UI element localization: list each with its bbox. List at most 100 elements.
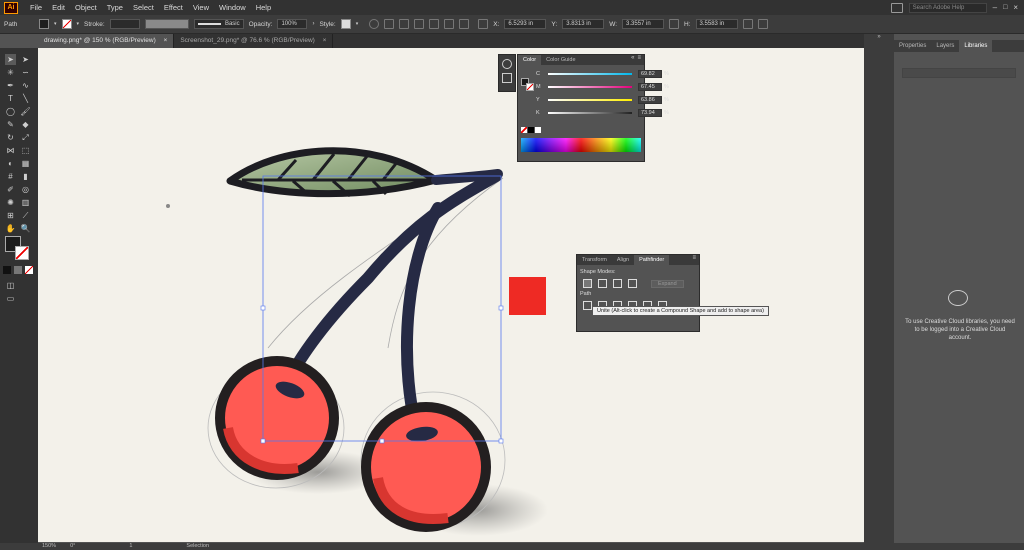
height-field[interactable]: 3.5583 in xyxy=(695,19,738,29)
black-value-field[interactable]: 73.94 xyxy=(638,108,662,117)
chevron-right-icon[interactable]: › xyxy=(312,21,314,27)
hand-tool-icon[interactable]: ✋ xyxy=(5,223,16,234)
panel-menu-icon[interactable]: ≡ xyxy=(692,255,699,265)
opacity-label[interactable]: Opacity: xyxy=(249,21,273,28)
tab-properties[interactable]: Properties xyxy=(894,40,931,52)
gradient-tool-icon[interactable]: ▮ xyxy=(20,171,31,182)
eyedropper-tool-icon[interactable]: ✐ xyxy=(5,184,16,195)
magic-wand-tool-icon[interactable]: ✳ xyxy=(5,67,16,78)
white-swatch[interactable] xyxy=(535,127,541,133)
stroke-weight-field[interactable] xyxy=(109,19,140,29)
screen-mode-icon[interactable]: ▭ xyxy=(5,293,16,304)
close-icon[interactable]: × xyxy=(164,37,168,44)
cherry-stem[interactable] xyxy=(280,170,502,392)
align-center-icon[interactable] xyxy=(399,19,410,29)
close-icon[interactable]: × xyxy=(323,37,327,44)
resize-handle[interactable] xyxy=(498,438,504,444)
tab-transform[interactable]: Transform xyxy=(577,255,612,265)
shaper-tool-icon[interactable]: ✎ xyxy=(5,119,16,130)
artboard-number[interactable]: 1 xyxy=(129,543,132,550)
tab-libraries[interactable]: Libraries xyxy=(959,40,993,52)
exclude-icon[interactable] xyxy=(628,279,637,288)
menu-effect[interactable]: Effect xyxy=(164,3,183,12)
tab-align[interactable]: Align xyxy=(612,255,634,265)
panel-menu-icon[interactable]: ≡ xyxy=(637,55,644,65)
menu-object[interactable]: Object xyxy=(75,3,97,12)
paintbrush-tool-icon[interactable]: 🖌 xyxy=(20,106,31,117)
zoom-tool-icon[interactable]: 🔍 xyxy=(20,223,31,234)
menu-window[interactable]: Window xyxy=(219,3,246,12)
chevron-down-icon[interactable]: ▾ xyxy=(356,21,359,27)
menu-help[interactable]: Help xyxy=(256,3,271,12)
menu-file[interactable]: File xyxy=(30,3,42,12)
tab-color[interactable]: Color xyxy=(518,55,542,65)
line-tool-icon[interactable]: ╲ xyxy=(20,93,31,104)
draw-mode-icon[interactable]: ◫ xyxy=(5,280,16,291)
none-mode-icon[interactable] xyxy=(25,266,33,274)
fill-swatch[interactable] xyxy=(39,19,49,29)
color-guide-panel-icon[interactable] xyxy=(502,73,512,83)
graphic-style-swatch[interactable] xyxy=(340,19,351,29)
yellow-slider[interactable] xyxy=(548,98,632,101)
scale-tool-icon[interactable]: ⤢ xyxy=(20,132,31,143)
red-square-shape[interactable] xyxy=(509,277,546,315)
artboard-tool-icon[interactable]: ⊞ xyxy=(5,210,16,221)
resize-handle[interactable] xyxy=(260,438,266,444)
pen-tool-icon[interactable]: ✒ xyxy=(5,80,16,91)
black-swatch[interactable] xyxy=(528,127,534,133)
tab-layers[interactable]: Layers xyxy=(931,40,959,52)
cherry-stem[interactable] xyxy=(401,202,444,436)
slice-tool-icon[interactable]: ⟋ xyxy=(20,210,31,221)
minimize-icon[interactable]: – xyxy=(993,3,997,12)
minus-front-icon[interactable] xyxy=(598,279,607,288)
align-right-icon[interactable] xyxy=(414,19,425,29)
panel-menu-icon[interactable] xyxy=(757,19,768,29)
mesh-tool-icon[interactable]: # xyxy=(5,171,16,182)
blend-tool-icon[interactable]: ◎ xyxy=(20,184,31,195)
tab-screenshot[interactable]: Screenshot_29.png* @ 76.6 % (RGB/Preview… xyxy=(174,34,334,48)
align-bottom-icon[interactable] xyxy=(459,19,470,29)
reference-point-icon[interactable] xyxy=(478,19,489,29)
tab-drawing[interactable]: drawing.png* @ 150 % (RGB/Preview) × xyxy=(38,34,175,48)
direct-selection-tool-icon[interactable]: ➤ xyxy=(20,54,31,65)
magenta-value-field[interactable]: 67.45 xyxy=(638,82,662,91)
type-tool-icon[interactable]: T xyxy=(5,93,16,104)
opacity-field[interactable]: 100% xyxy=(277,19,308,29)
yellow-value-field[interactable]: 63.86 xyxy=(638,95,662,104)
rotation-value[interactable]: 0° xyxy=(70,543,75,550)
symbol-sprayer-tool-icon[interactable]: ✺ xyxy=(5,197,16,208)
align-left-icon[interactable] xyxy=(384,19,395,29)
unite-icon[interactable] xyxy=(583,279,592,288)
menu-select[interactable]: Select xyxy=(133,3,154,12)
free-transform-tool-icon[interactable]: ⬚ xyxy=(20,145,31,156)
maximize-icon[interactable]: □ xyxy=(1003,4,1007,11)
lasso-tool-icon[interactable]: ∽ xyxy=(20,67,31,78)
stroke-swatch[interactable] xyxy=(526,83,534,91)
selection-tool-icon[interactable]: ➤ xyxy=(5,54,16,65)
recolor-icon[interactable] xyxy=(369,19,380,29)
cherry-right[interactable] xyxy=(361,402,491,532)
resize-handle[interactable] xyxy=(260,305,266,311)
menu-view[interactable]: View xyxy=(193,3,209,12)
zoom-level[interactable]: 150% xyxy=(42,543,56,550)
y-field[interactable]: 3.8313 in xyxy=(562,19,605,29)
align-middle-icon[interactable] xyxy=(444,19,455,29)
resize-handle[interactable] xyxy=(379,438,385,444)
width-field[interactable]: 3.3557 in xyxy=(622,19,665,29)
help-search-input[interactable]: Search Adobe Help xyxy=(908,2,987,13)
color-panel-icon[interactable] xyxy=(502,59,512,69)
artboard-canvas[interactable]: Color Color Guide « ≡ C 69.82 % M 67.45 … xyxy=(38,48,864,542)
rotate-tool-icon[interactable]: ↻ xyxy=(5,132,16,143)
intersect-icon[interactable] xyxy=(613,279,622,288)
eraser-tool-icon[interactable]: ◆ xyxy=(20,119,31,130)
chevron-down-icon[interactable]: ▾ xyxy=(77,21,80,27)
color-mode-icon[interactable] xyxy=(3,266,11,274)
none-swatch[interactable] xyxy=(521,127,527,133)
stroke-color-box[interactable] xyxy=(15,246,29,260)
workspace-icon[interactable] xyxy=(890,2,903,13)
menu-edit[interactable]: Edit xyxy=(52,3,65,12)
gradient-mode-icon[interactable] xyxy=(14,266,22,274)
brush-definition-select[interactable]: Basic xyxy=(193,19,244,29)
tab-pathfinder[interactable]: Pathfinder xyxy=(634,255,670,265)
black-slider[interactable] xyxy=(548,111,632,114)
